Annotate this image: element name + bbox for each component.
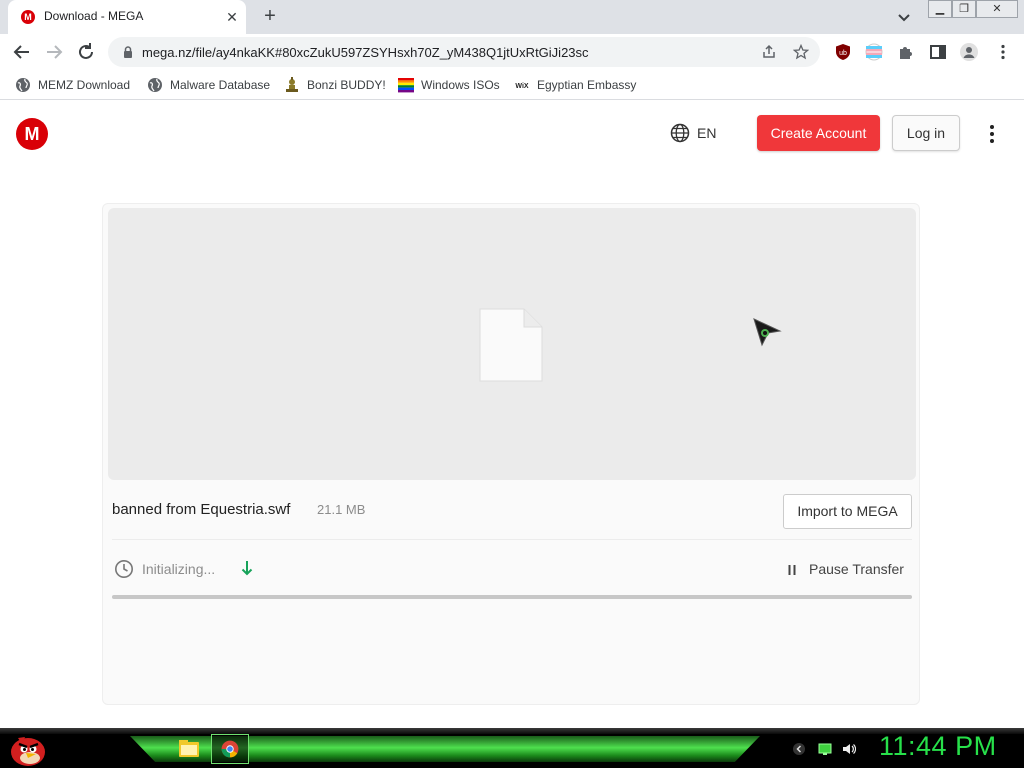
file-explorer-icon[interactable] [170, 734, 208, 764]
download-arrow-icon [241, 561, 253, 576]
forward-arrow-icon[interactable] [42, 40, 66, 64]
wix-icon: WiX [515, 83, 528, 90]
bookmark-windows-isos[interactable]: Windows ISOs [398, 76, 500, 94]
tab-strip: M Download - MEGA ✕ + ▁ ❐ ✕ [0, 0, 1024, 34]
file-size: 21.1 MB [317, 502, 366, 517]
tab-download-mega[interactable]: M Download - MEGA ✕ [8, 0, 246, 34]
ublock-origin-icon[interactable]: ub [834, 43, 852, 61]
language-label: EN [697, 125, 717, 141]
bookmark-egyptian-embassy[interactable]: WiX Egyptian Embassy [514, 76, 636, 94]
network-icon[interactable] [818, 742, 832, 756]
url-text[interactable]: mega.nz/file/ay4nkaKK#80xcZukU597ZSYHsxh… [142, 45, 589, 60]
angry-bird-start-icon[interactable] [6, 729, 50, 767]
more-options-icon[interactable] [983, 123, 1001, 145]
mega-favicon-icon: M [21, 10, 35, 24]
windows-flag-icon [398, 78, 414, 93]
bookmark-malware-database[interactable]: Malware Database [147, 76, 270, 94]
lock-icon[interactable] [122, 46, 134, 58]
bookmark-label: Windows ISOs [421, 78, 500, 92]
svg-text:WiX: WiX [515, 83, 528, 90]
download-card: banned from Equestria.swf 21.1 MB Import… [102, 203, 920, 705]
share-icon[interactable] [761, 44, 777, 60]
taskbar: 11:44 PM [0, 728, 1024, 768]
tab-search-chevron-icon[interactable] [894, 7, 914, 27]
new-tab-button[interactable]: + [258, 5, 282, 29]
close-window-button[interactable]: ✕ [976, 0, 1018, 18]
create-account-button[interactable]: Create Account [757, 115, 880, 151]
browser-toolbar: mega.nz/file/ay4nkaKK#80xcZukU597ZSYHsxh… [0, 34, 1024, 70]
trans-flag-extension-icon[interactable] [865, 43, 883, 61]
chrome-menu-icon[interactable] [994, 43, 1012, 61]
maximize-button[interactable]: ❐ [952, 0, 976, 18]
import-to-mega-button[interactable]: Import to MEGA [783, 494, 912, 529]
side-panel-icon[interactable] [929, 43, 947, 61]
bookmark-label: Malware Database [170, 78, 271, 92]
mega-download-page: M EN Create Account Log in banned from E… [0, 101, 1024, 728]
generic-file-icon [479, 308, 543, 382]
pause-icon[interactable] [787, 564, 797, 576]
file-preview-area [108, 208, 916, 480]
clock-icon [115, 560, 133, 578]
bookmark-label: MEMZ Download [38, 78, 131, 92]
bookmark-label: Egyptian Embassy [537, 78, 637, 92]
address-bar[interactable]: mega.nz/file/ay4nkaKK#80xcZukU597ZSYHsxh… [108, 37, 820, 67]
tab-close-icon[interactable]: ✕ [222, 7, 242, 27]
chrome-icon[interactable] [211, 734, 249, 764]
reload-icon[interactable] [74, 40, 98, 64]
transfer-status: Initializing... [142, 561, 216, 577]
profile-icon[interactable] [960, 43, 978, 61]
pause-transfer-button[interactable]: Pause Transfer [809, 561, 904, 577]
globe-icon [148, 78, 162, 92]
globe-icon [16, 78, 30, 92]
taskbar-clock[interactable]: 11:44 PM [879, 731, 997, 762]
mouse-cursor-icon [753, 318, 782, 347]
volume-icon[interactable] [842, 742, 856, 756]
puzzle-extensions-icon[interactable] [897, 43, 915, 61]
bookmark-star-icon[interactable] [793, 44, 809, 60]
tray-arrow-icon[interactable] [792, 742, 806, 756]
svg-text:ub: ub [839, 50, 847, 57]
file-name: banned from Equestria.swf [112, 501, 291, 518]
bookmarks-bar: MEMZ Download Malware Database Bonzi BUD… [0, 70, 1024, 100]
bonzi-icon [286, 77, 298, 92]
download-progress-bar [112, 595, 912, 599]
mega-logo[interactable]: M [16, 118, 48, 150]
globe-language-icon [670, 123, 690, 143]
bookmark-label: Bonzi BUDDY! [307, 78, 386, 92]
back-arrow-icon[interactable] [10, 40, 34, 64]
bookmark-memz-download[interactable]: MEMZ Download [15, 76, 130, 94]
divider [112, 539, 912, 540]
login-button[interactable]: Log in [892, 115, 960, 151]
tab-title: Download - MEGA [44, 9, 144, 23]
taskbar-top-band [0, 728, 1024, 734]
language-selector[interactable]: EN [670, 123, 716, 143]
minimize-button[interactable]: ▁ [928, 0, 952, 18]
bookmark-bonzi-buddy[interactable]: Bonzi BUDDY! [284, 76, 386, 94]
